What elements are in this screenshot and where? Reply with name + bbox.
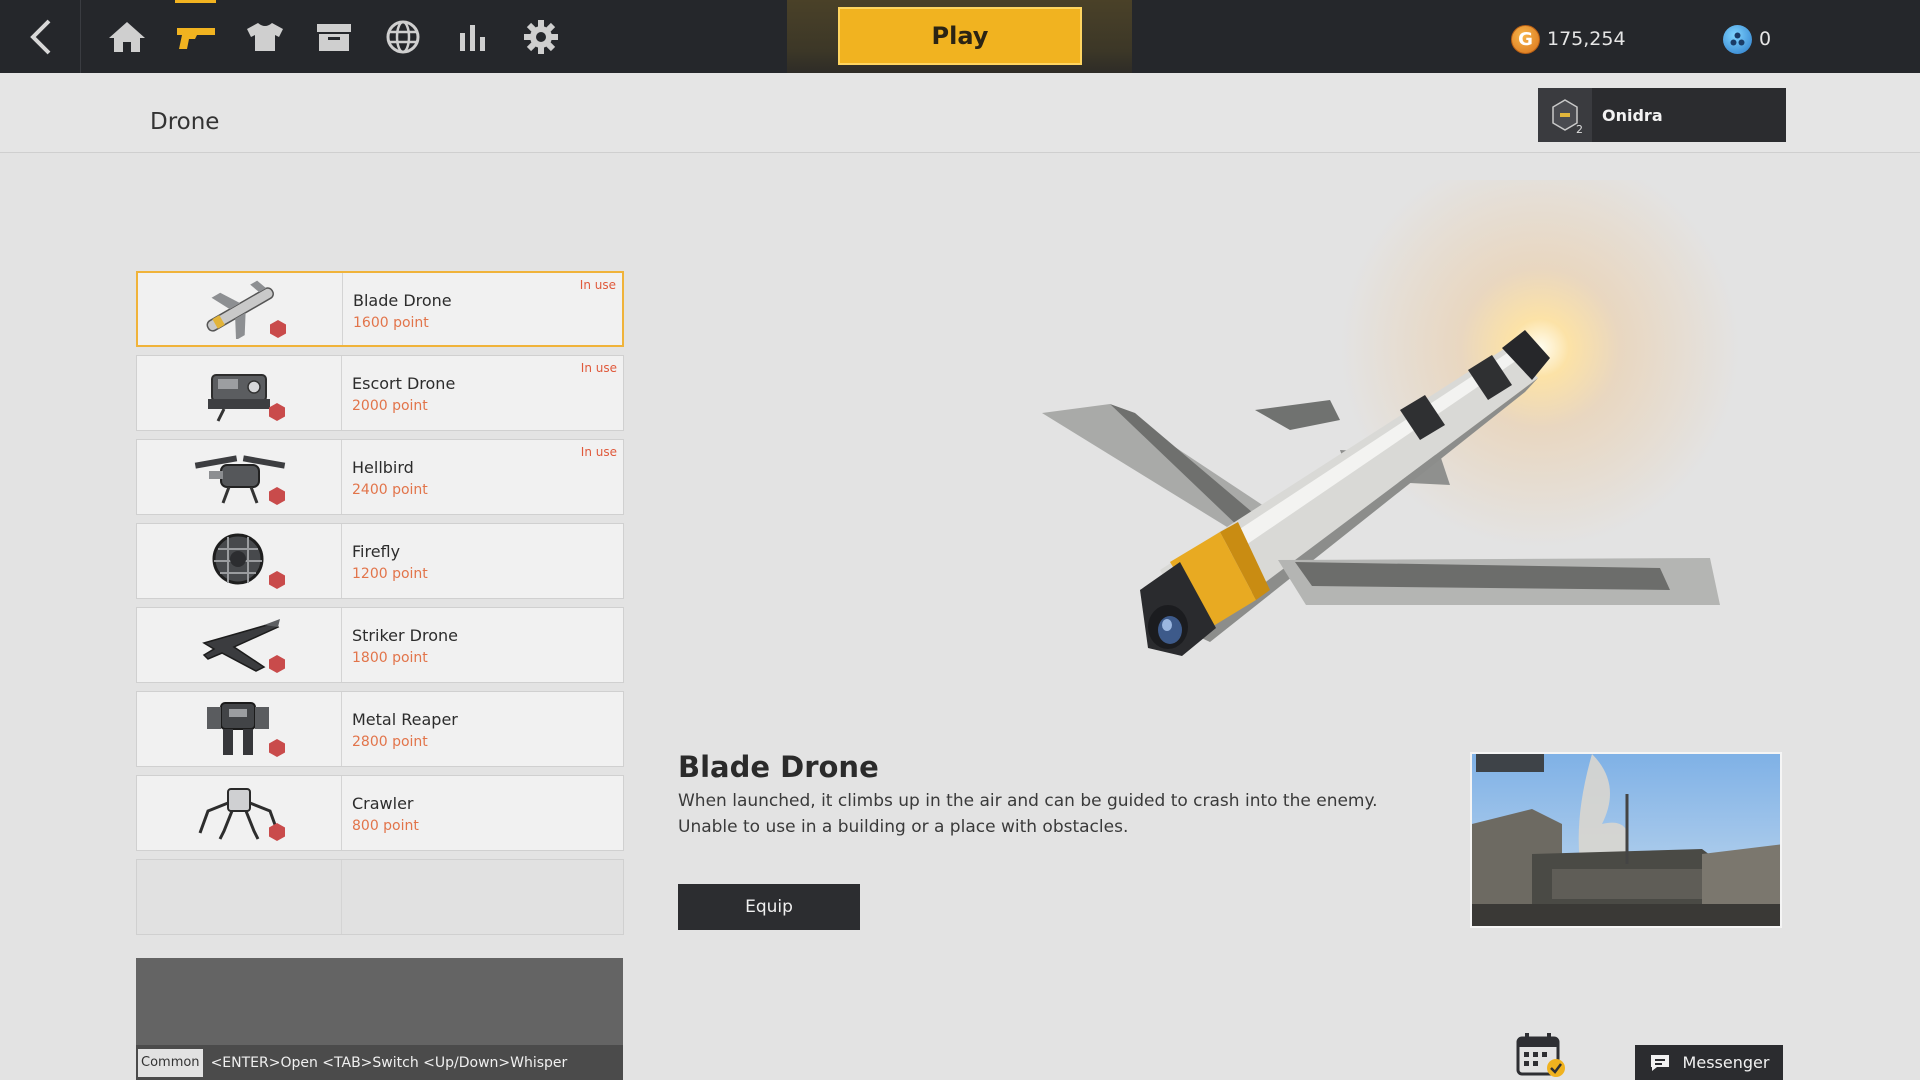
username: Onidra [1602, 105, 1663, 125]
gold-amount: 175,254 [1547, 28, 1626, 50]
in-use-label: In use [580, 361, 617, 375]
gold-currency: G 175,254 [1511, 23, 1626, 55]
drone-points: 1200 point [352, 566, 428, 582]
drone-thumbnail [137, 440, 342, 514]
messenger-button[interactable]: Messenger [1635, 1045, 1783, 1080]
calendar-check-icon [1516, 1033, 1565, 1077]
drone-points: 1600 point [353, 315, 429, 331]
gear-icon [523, 19, 558, 54]
chat-input-bar[interactable]: Common <ENTER>Open <TAB>Switch <Up/Down>… [136, 1045, 623, 1080]
drone-name: Metal Reaper [352, 710, 458, 729]
token-amount: 0 [1759, 28, 1772, 50]
drone-name: Firefly [352, 542, 401, 561]
rarity-badge-icon [270, 320, 286, 338]
blade-drone-render [1042, 330, 1720, 656]
description-line: When launched, it climbs up in the air a… [678, 791, 1378, 811]
drone-name: Crawler [352, 794, 414, 813]
firefly-icon [212, 533, 264, 585]
video-preview[interactable] [1470, 752, 1782, 928]
weapon-icon [176, 27, 215, 49]
drone-thumbnail [137, 356, 342, 430]
drone-item-crawler[interactable]: Crawler 800 point [136, 775, 624, 851]
nav-outfit[interactable] [230, 0, 299, 73]
drone-thumbnail [137, 608, 342, 682]
rarity-badge-icon [269, 739, 285, 757]
back-button[interactable] [0, 0, 81, 73]
nav-home[interactable] [92, 0, 161, 73]
drone-name: Striker Drone [352, 626, 458, 645]
user-badge[interactable]: 2 Onidra [1538, 88, 1786, 142]
drone-list: Blade Drone 1600 point In use Escort Dro… [136, 271, 624, 943]
drone-item-metal-reaper[interactable]: Metal Reaper 2800 point [136, 691, 624, 767]
drone-item-escort-drone[interactable]: Escort Drone 2000 point In use [136, 355, 624, 431]
token-icon [1723, 24, 1752, 54]
home-icon [108, 21, 145, 52]
storage-icon [316, 23, 351, 51]
main-nav [92, 0, 575, 73]
outfit-icon [246, 22, 283, 51]
rarity-badge-icon [269, 487, 285, 505]
drone-name: Escort Drone [352, 374, 456, 393]
nav-weapons[interactable] [161, 0, 230, 73]
drone-description: When launched, it climbs up in the air a… [678, 788, 1398, 840]
drone-points: 2000 point [352, 398, 428, 414]
drone-item-striker-drone[interactable]: Striker Drone 1800 point [136, 607, 624, 683]
nav-stats[interactable] [437, 0, 506, 73]
drone-points: 800 point [352, 818, 419, 834]
chat-channel-button[interactable]: Common [138, 1048, 203, 1077]
preview-scene [1472, 754, 1780, 926]
description-line: Unable to use in a building or a place w… [678, 817, 1129, 837]
drone-thumbnail [137, 692, 342, 766]
drone-points: 1800 point [352, 650, 428, 666]
drone-name: Hellbird [352, 458, 414, 477]
gold-coin-icon: G [1511, 24, 1540, 54]
drone-points: 2400 point [352, 482, 428, 498]
drone-item-hellbird[interactable]: Hellbird 2400 point In use [136, 439, 624, 515]
drone-item-empty-slot [136, 859, 624, 935]
drone-thumbnail [137, 524, 342, 598]
rank-number: 2 [1576, 123, 1583, 136]
chevron-left-icon [30, 19, 51, 54]
in-use-label: In use [579, 278, 616, 292]
drone-thumbnail [137, 776, 342, 850]
stats-icon [459, 24, 485, 51]
empty-thumbnail [137, 860, 342, 934]
globe-icon [386, 20, 419, 53]
nav-world[interactable] [368, 0, 437, 73]
preview-tab [1476, 754, 1544, 772]
rarity-badge-icon [269, 823, 285, 841]
page-title: Drone [150, 109, 220, 135]
token-currency: 0 [1723, 23, 1771, 55]
in-use-label: In use [580, 445, 617, 459]
drone-item-firefly[interactable]: Firefly 1200 point [136, 523, 624, 599]
rarity-badge-icon [269, 403, 285, 421]
nav-storage[interactable] [299, 0, 368, 73]
drone-item-blade-drone[interactable]: Blade Drone 1600 point In use [136, 271, 624, 347]
calendar-button[interactable] [1514, 1030, 1568, 1080]
rarity-badge-icon [269, 571, 285, 589]
nav-settings[interactable] [506, 0, 575, 73]
drone-thumbnail [138, 273, 343, 345]
drone-detail-title: Blade Drone [678, 750, 879, 784]
chat-bubble-icon [1650, 1054, 1669, 1071]
chat-hint: <ENTER>Open <TAB>Switch <Up/Down>Whisper [210, 1054, 568, 1071]
drone-name: Blade Drone [353, 291, 452, 310]
top-bar: Play G 175,254 0 [0, 0, 1920, 73]
play-button[interactable]: Play [838, 7, 1082, 65]
rank-emblem: 2 [1538, 88, 1592, 142]
rarity-badge-icon [269, 655, 285, 673]
equip-button[interactable]: Equip [678, 884, 860, 930]
messenger-label: Messenger [1682, 1053, 1770, 1072]
drone-points: 2800 point [352, 734, 428, 750]
